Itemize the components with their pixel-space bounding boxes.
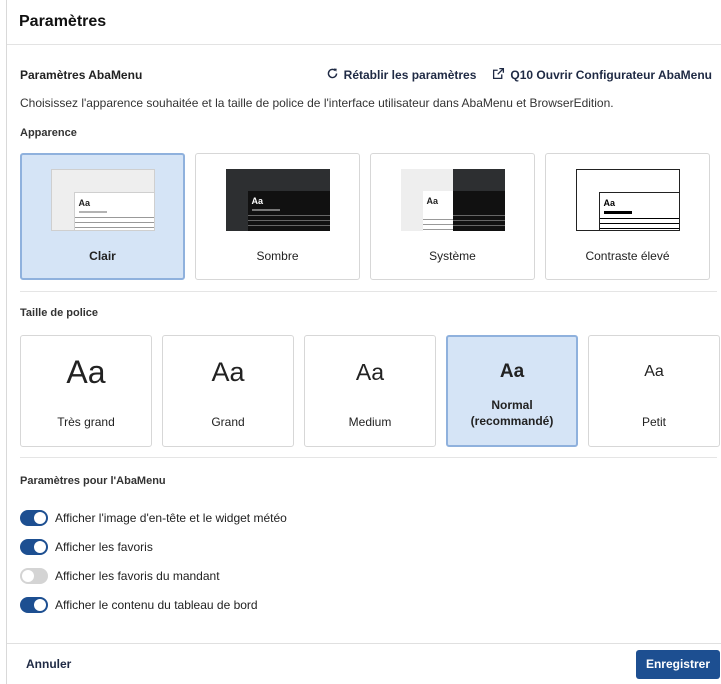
toggle-knob bbox=[22, 569, 34, 582]
toggle-label: Afficher les favoris du mandant bbox=[55, 568, 220, 583]
font-sample: Aa bbox=[499, 361, 525, 382]
font-option-large[interactable]: Aa Grand bbox=[162, 335, 294, 447]
font-sample: Aa bbox=[211, 356, 245, 387]
header-actions: Rétablir les paramètres Q10 Ouvrir Confi… bbox=[326, 67, 712, 83]
toggle-row-dashboard-content: Afficher le contenu du tableau de bord bbox=[20, 590, 721, 619]
font-option-normal[interactable]: Aa Normal (recommandé) bbox=[446, 335, 578, 447]
font-option-label: Très grand bbox=[57, 415, 115, 429]
preview-text: Aa bbox=[251, 196, 264, 206]
font-sample: Aa bbox=[66, 353, 106, 390]
refresh-icon bbox=[326, 67, 339, 83]
theme-option-light[interactable]: Aa Clair bbox=[20, 153, 185, 280]
font-option-label: Medium bbox=[348, 415, 392, 429]
appearance-label: Apparence bbox=[20, 127, 77, 139]
theme-preview-light: Aa bbox=[50, 169, 155, 231]
settings-dialog: Paramètres Paramètres AbaMenu Rétablir l… bbox=[6, 0, 721, 684]
font-option-small[interactable]: Aa Petit bbox=[588, 335, 720, 447]
font-option-medium[interactable]: Aa Medium bbox=[304, 335, 436, 447]
toggle-label: Afficher l'image d'en-tête et le widget … bbox=[55, 510, 287, 525]
theme-options: Aa Clair Aa Sombre Aa Système Aa Contras… bbox=[20, 153, 721, 280]
reset-settings-label: Rétablir les paramètres bbox=[343, 68, 477, 82]
toggle-row-favorites: Afficher les favoris bbox=[20, 532, 721, 561]
toggle-knob bbox=[34, 511, 46, 524]
abamenu-settings-label: Paramètres pour l'AbaMenu bbox=[20, 475, 166, 487]
dialog-footer: Annuler Enregistrer bbox=[7, 643, 721, 684]
theme-option-label: Sombre bbox=[256, 249, 299, 263]
preview-text: Aa bbox=[426, 196, 439, 206]
font-option-very-large[interactable]: Aa Très grand bbox=[20, 335, 152, 447]
theme-option-high-contrast[interactable]: Aa Contraste élevé bbox=[545, 153, 710, 280]
divider bbox=[20, 457, 717, 458]
dialog-title-bar: Paramètres bbox=[7, 0, 721, 45]
dialog-title: Paramètres bbox=[19, 13, 107, 30]
toggle-knob bbox=[34, 598, 46, 611]
abamenu-description: Choisissez l'apparence souhaitée et la t… bbox=[20, 96, 614, 110]
font-sample: Aa bbox=[644, 363, 664, 380]
preview-text: Aa bbox=[603, 198, 616, 208]
preview-text: Aa bbox=[78, 198, 91, 208]
abamenu-header-row: Paramètres AbaMenu Rétablir les paramètr… bbox=[20, 65, 721, 85]
font-option-label: Grand bbox=[211, 415, 245, 429]
toggle-dashboard-content-switch[interactable] bbox=[20, 596, 48, 613]
theme-option-label: Contraste élevé bbox=[585, 249, 670, 263]
theme-preview-high-contrast: Aa bbox=[575, 169, 680, 231]
toggle-label: Afficher le contenu du tableau de bord bbox=[55, 597, 258, 612]
theme-preview-system: Aa bbox=[400, 169, 505, 231]
toggle-client-favorites-switch[interactable] bbox=[20, 567, 48, 584]
external-link-icon bbox=[492, 67, 505, 83]
font-sample: Aa bbox=[355, 358, 385, 385]
theme-option-label: Clair bbox=[89, 249, 116, 263]
toggle-row-header-image: Afficher l'image d'en-tête et le widget … bbox=[20, 503, 721, 532]
cancel-button[interactable]: Annuler bbox=[26, 657, 71, 671]
font-option-label: Petit bbox=[641, 415, 666, 429]
theme-option-dark[interactable]: Aa Sombre bbox=[195, 153, 360, 280]
dialog-content: Paramètres AbaMenu Rétablir les paramètr… bbox=[7, 65, 721, 619]
toggle-header-image-switch[interactable] bbox=[20, 509, 48, 526]
abamenu-section-title: Paramètres AbaMenu bbox=[20, 68, 143, 82]
toggle-label: Afficher les favoris bbox=[55, 539, 153, 554]
font-size-options: Aa Très grand Aa Grand Aa Medium Aa Norm… bbox=[20, 335, 721, 447]
font-option-label: Normal (recommandé) bbox=[470, 398, 554, 428]
divider bbox=[20, 291, 717, 292]
theme-preview-dark: Aa bbox=[225, 169, 330, 231]
toggle-favorites-switch[interactable] bbox=[20, 538, 48, 555]
save-button[interactable]: Enregistrer bbox=[635, 649, 720, 679]
font-size-label: Taille de police bbox=[20, 307, 99, 319]
theme-option-label: Système bbox=[429, 249, 476, 263]
reset-settings-button[interactable]: Rétablir les paramètres bbox=[326, 67, 477, 83]
toggle-knob bbox=[34, 540, 46, 553]
open-configurator-button[interactable]: Q10 Ouvrir Configurateur AbaMenu bbox=[492, 67, 712, 83]
toggle-row-client-favorites: Afficher les favoris du mandant bbox=[20, 561, 721, 590]
open-configurator-label: Q10 Ouvrir Configurateur AbaMenu bbox=[510, 68, 712, 82]
theme-option-system[interactable]: Aa Système bbox=[370, 153, 535, 280]
abamenu-toggles: Afficher l'image d'en-tête et le widget … bbox=[20, 503, 721, 619]
